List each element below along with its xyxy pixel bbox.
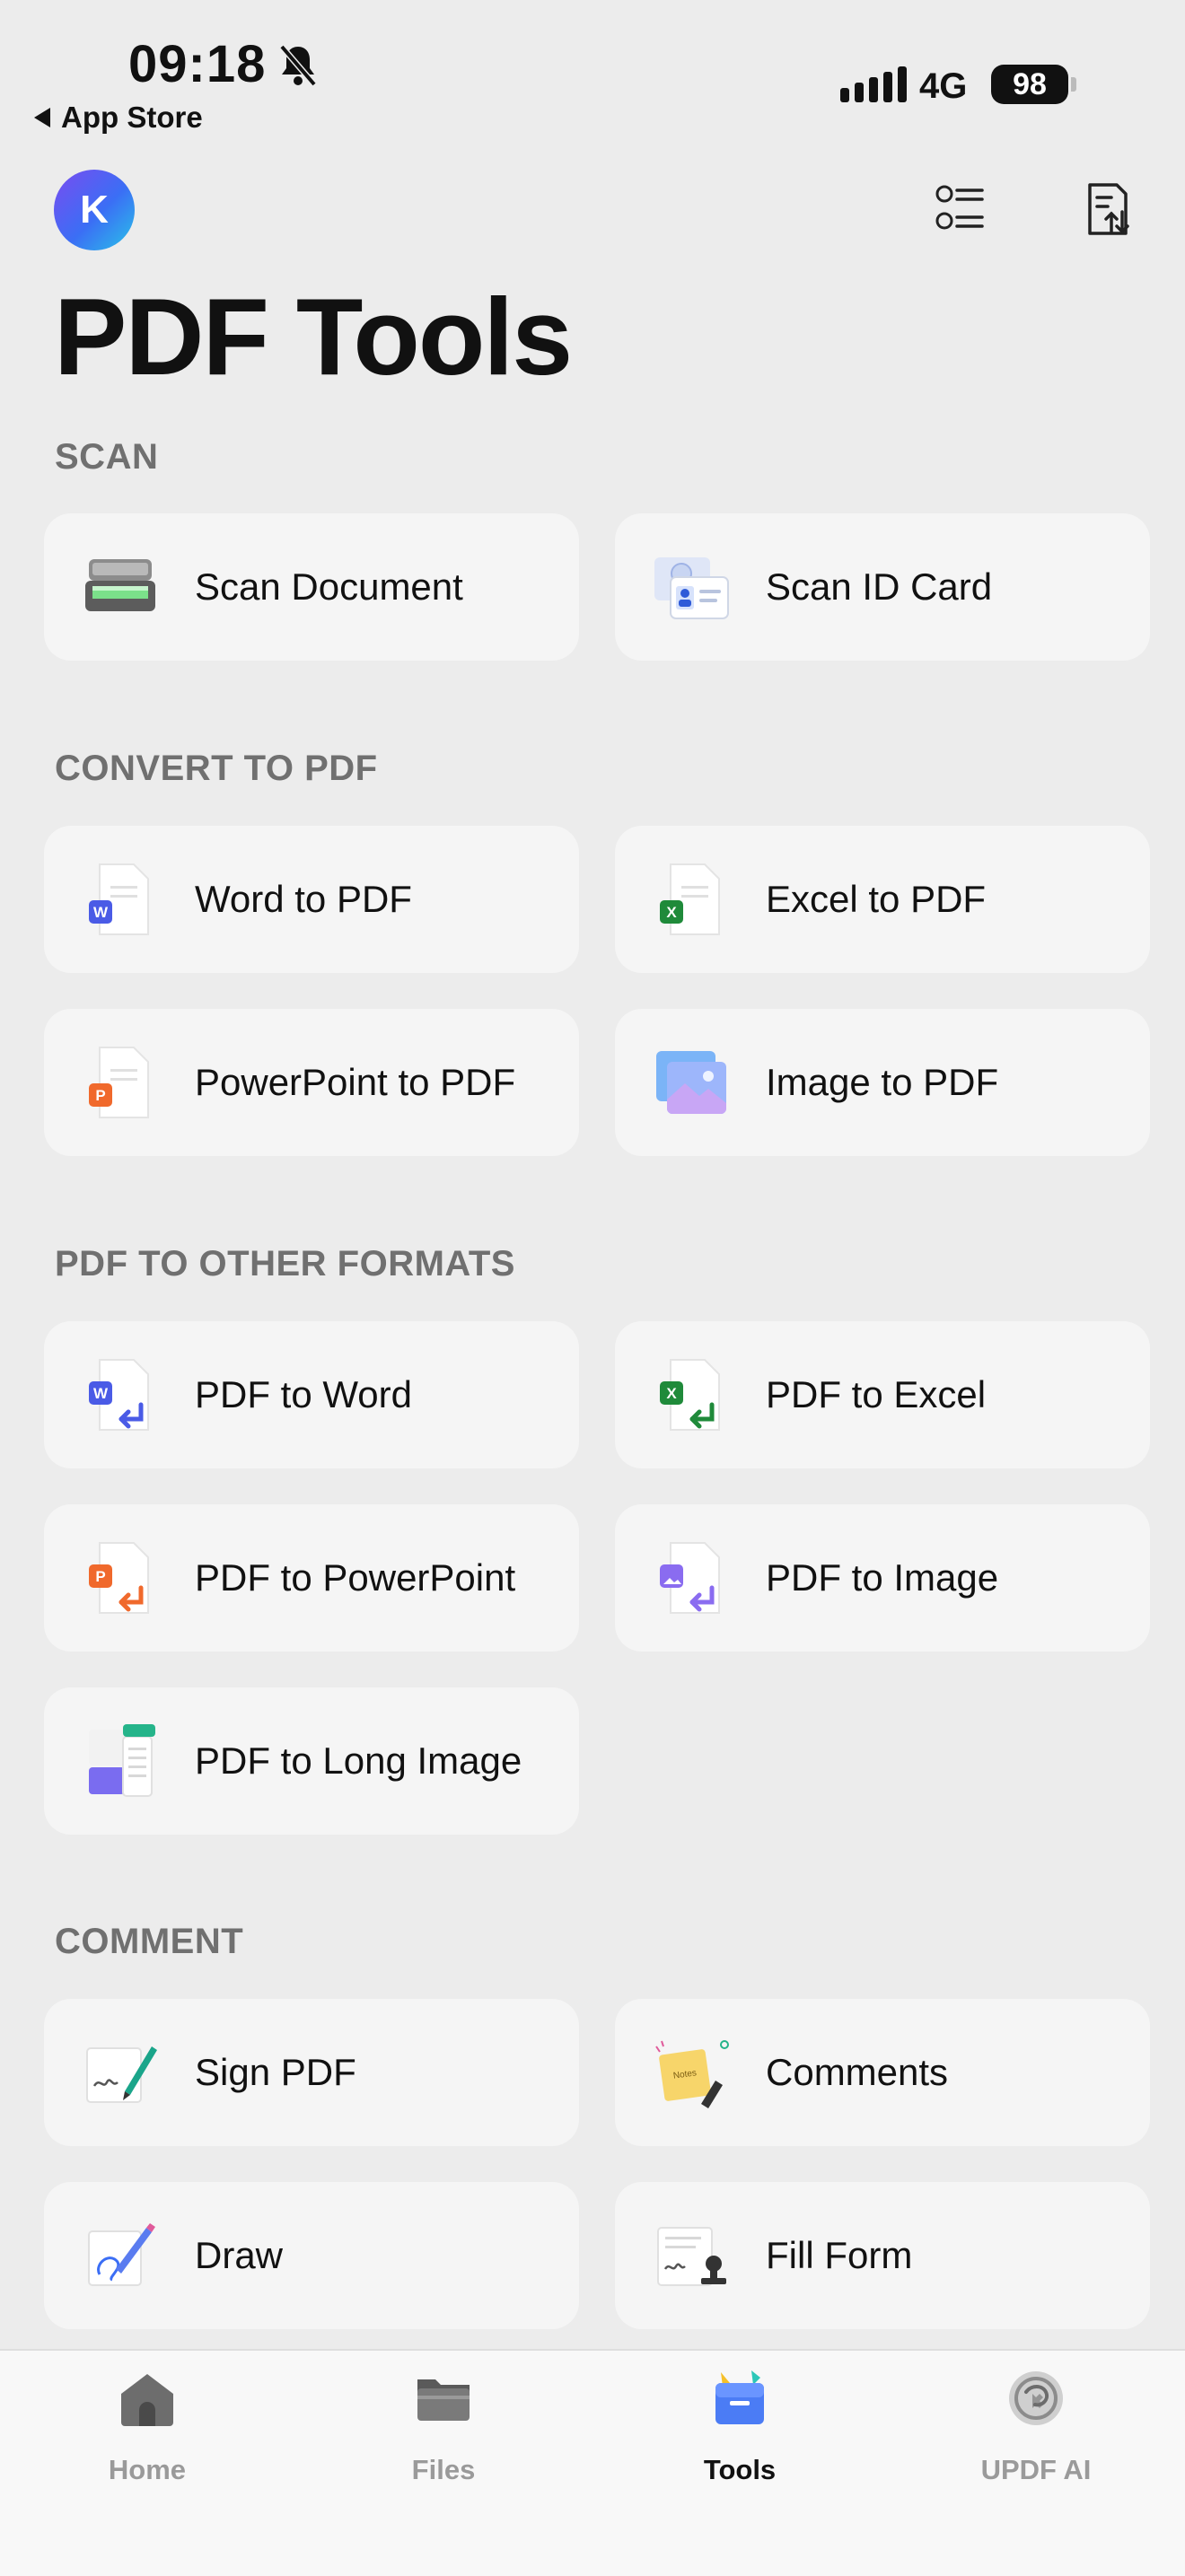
section-convert-to-pdf: CONVERT TO PDF [55, 749, 378, 788]
svg-text:W: W [93, 1385, 109, 1402]
section-pdf-to-other-formats: PDF TO OTHER FORMATS [55, 1244, 515, 1284]
battery-icon: 98 [991, 65, 1068, 104]
comments-label: Comments [766, 2051, 949, 2093]
comments-button[interactable]: Notes Comments [615, 1999, 1150, 2146]
pdf-to-word-icon: W [89, 1359, 149, 1431]
word-to-pdf-label: Word to PDF [195, 878, 412, 920]
sign-pen-icon [86, 2046, 157, 2103]
pdf-to-word-button[interactable]: W PDF to Word [44, 1321, 579, 1468]
word-file-icon: W [89, 863, 149, 935]
updf-ai-icon [1009, 2371, 1063, 2425]
excel-to-pdf-label: Excel to PDF [766, 878, 987, 920]
pdf-to-long-image-button[interactable]: PDF to Long Image [44, 1687, 579, 1835]
page-title: PDF Tools [54, 276, 573, 398]
long-image-icon [89, 1724, 155, 1797]
pdf-to-powerpoint-icon: P [89, 1542, 149, 1614]
svg-text:W: W [93, 904, 109, 921]
sort-files-icon[interactable] [1081, 180, 1135, 239]
draw-label: Draw [195, 2234, 284, 2276]
svg-text:P: P [95, 1087, 105, 1104]
fill-form-button[interactable]: Fill Form [615, 2182, 1150, 2329]
image-stack-icon [656, 1051, 726, 1114]
home-icon [121, 2374, 173, 2426]
scanner-icon [85, 559, 155, 611]
list-view-icon[interactable] [934, 180, 988, 239]
battery-tip [1071, 77, 1076, 92]
svg-text:X: X [666, 1385, 677, 1402]
pdf-to-image-icon [660, 1542, 720, 1614]
excel-to-pdf-button[interactable]: X Excel to PDF [615, 826, 1150, 973]
id-card-icon [654, 557, 729, 619]
tab-bar: Home Files Tools UPDF AI [0, 2349, 1185, 2576]
pdf-to-image-label: PDF to Image [766, 1556, 999, 1599]
bell-slash-icon [279, 44, 317, 87]
avatar[interactable]: K [54, 170, 135, 250]
svg-text:P: P [95, 1568, 105, 1585]
scan-document-label: Scan Document [195, 565, 463, 608]
image-to-pdf-label: Image to PDF [766, 1061, 999, 1103]
scan-id-card-button[interactable]: Scan ID Card [615, 513, 1150, 661]
scan-id-card-label: Scan ID Card [766, 565, 993, 608]
sign-pdf-label: Sign PDF [195, 2051, 356, 2093]
pdf-to-powerpoint-button[interactable]: P PDF to PowerPoint [44, 1504, 579, 1652]
draw-button[interactable]: Draw [44, 2182, 579, 2329]
network-type: 4G [919, 66, 968, 106]
tab-updf-ai[interactable]: UPDF AI [946, 2367, 1126, 2486]
tab-files[interactable]: Files [354, 2367, 533, 2486]
fill-form-label: Fill Form [766, 2234, 913, 2276]
sticky-note-icon: Notes [655, 2040, 729, 2108]
word-to-pdf-button[interactable]: W Word to PDF [44, 826, 579, 973]
folder-icon [417, 2379, 470, 2421]
back-app-label: App Store [61, 101, 203, 134]
status-time: 09:18 [128, 35, 267, 93]
pdf-to-excel-button[interactable]: X PDF to Excel [615, 1321, 1150, 1468]
pdf-to-excel-label: PDF to Excel [766, 1373, 987, 1415]
pdf-to-excel-icon: X [660, 1359, 720, 1431]
back-triangle-icon [34, 108, 50, 127]
tab-updf-ai-label: UPDF AI [980, 2454, 1092, 2485]
tab-home[interactable]: Home [57, 2367, 237, 2486]
tab-tools-label: Tools [703, 2454, 777, 2485]
powerpoint-file-icon: P [89, 1047, 149, 1118]
back-to-app-store[interactable]: App Store [34, 101, 203, 135]
status-bar: 09:18 App Store 4G 98 [0, 0, 1185, 135]
tab-files-label: Files [411, 2454, 476, 2485]
section-comment: COMMENT [55, 1922, 244, 1961]
scan-document-button[interactable]: Scan Document [44, 513, 579, 661]
toolbox-icon [715, 2370, 764, 2424]
image-to-pdf-button[interactable]: Image to PDF [615, 1009, 1150, 1156]
sign-pdf-button[interactable]: Sign PDF [44, 1999, 579, 2146]
signal-icon [840, 66, 907, 102]
powerpoint-to-pdf-button[interactable]: P PowerPoint to PDF [44, 1009, 579, 1156]
excel-file-icon: X [660, 863, 720, 935]
tab-tools[interactable]: Tools [650, 2367, 830, 2486]
pdf-to-image-button[interactable]: PDF to Image [615, 1504, 1150, 1652]
svg-text:X: X [666, 904, 677, 921]
section-scan: SCAN [55, 437, 159, 477]
tab-home-label: Home [108, 2454, 187, 2485]
draw-pen-icon [88, 2223, 155, 2286]
pdf-to-powerpoint-label: PDF to PowerPoint [195, 1556, 516, 1599]
powerpoint-to-pdf-label: PowerPoint to PDF [195, 1061, 516, 1103]
pdf-to-word-label: PDF to Word [195, 1373, 412, 1415]
pdf-to-long-image-label: PDF to Long Image [195, 1739, 522, 1782]
form-stamp-icon [657, 2227, 726, 2286]
